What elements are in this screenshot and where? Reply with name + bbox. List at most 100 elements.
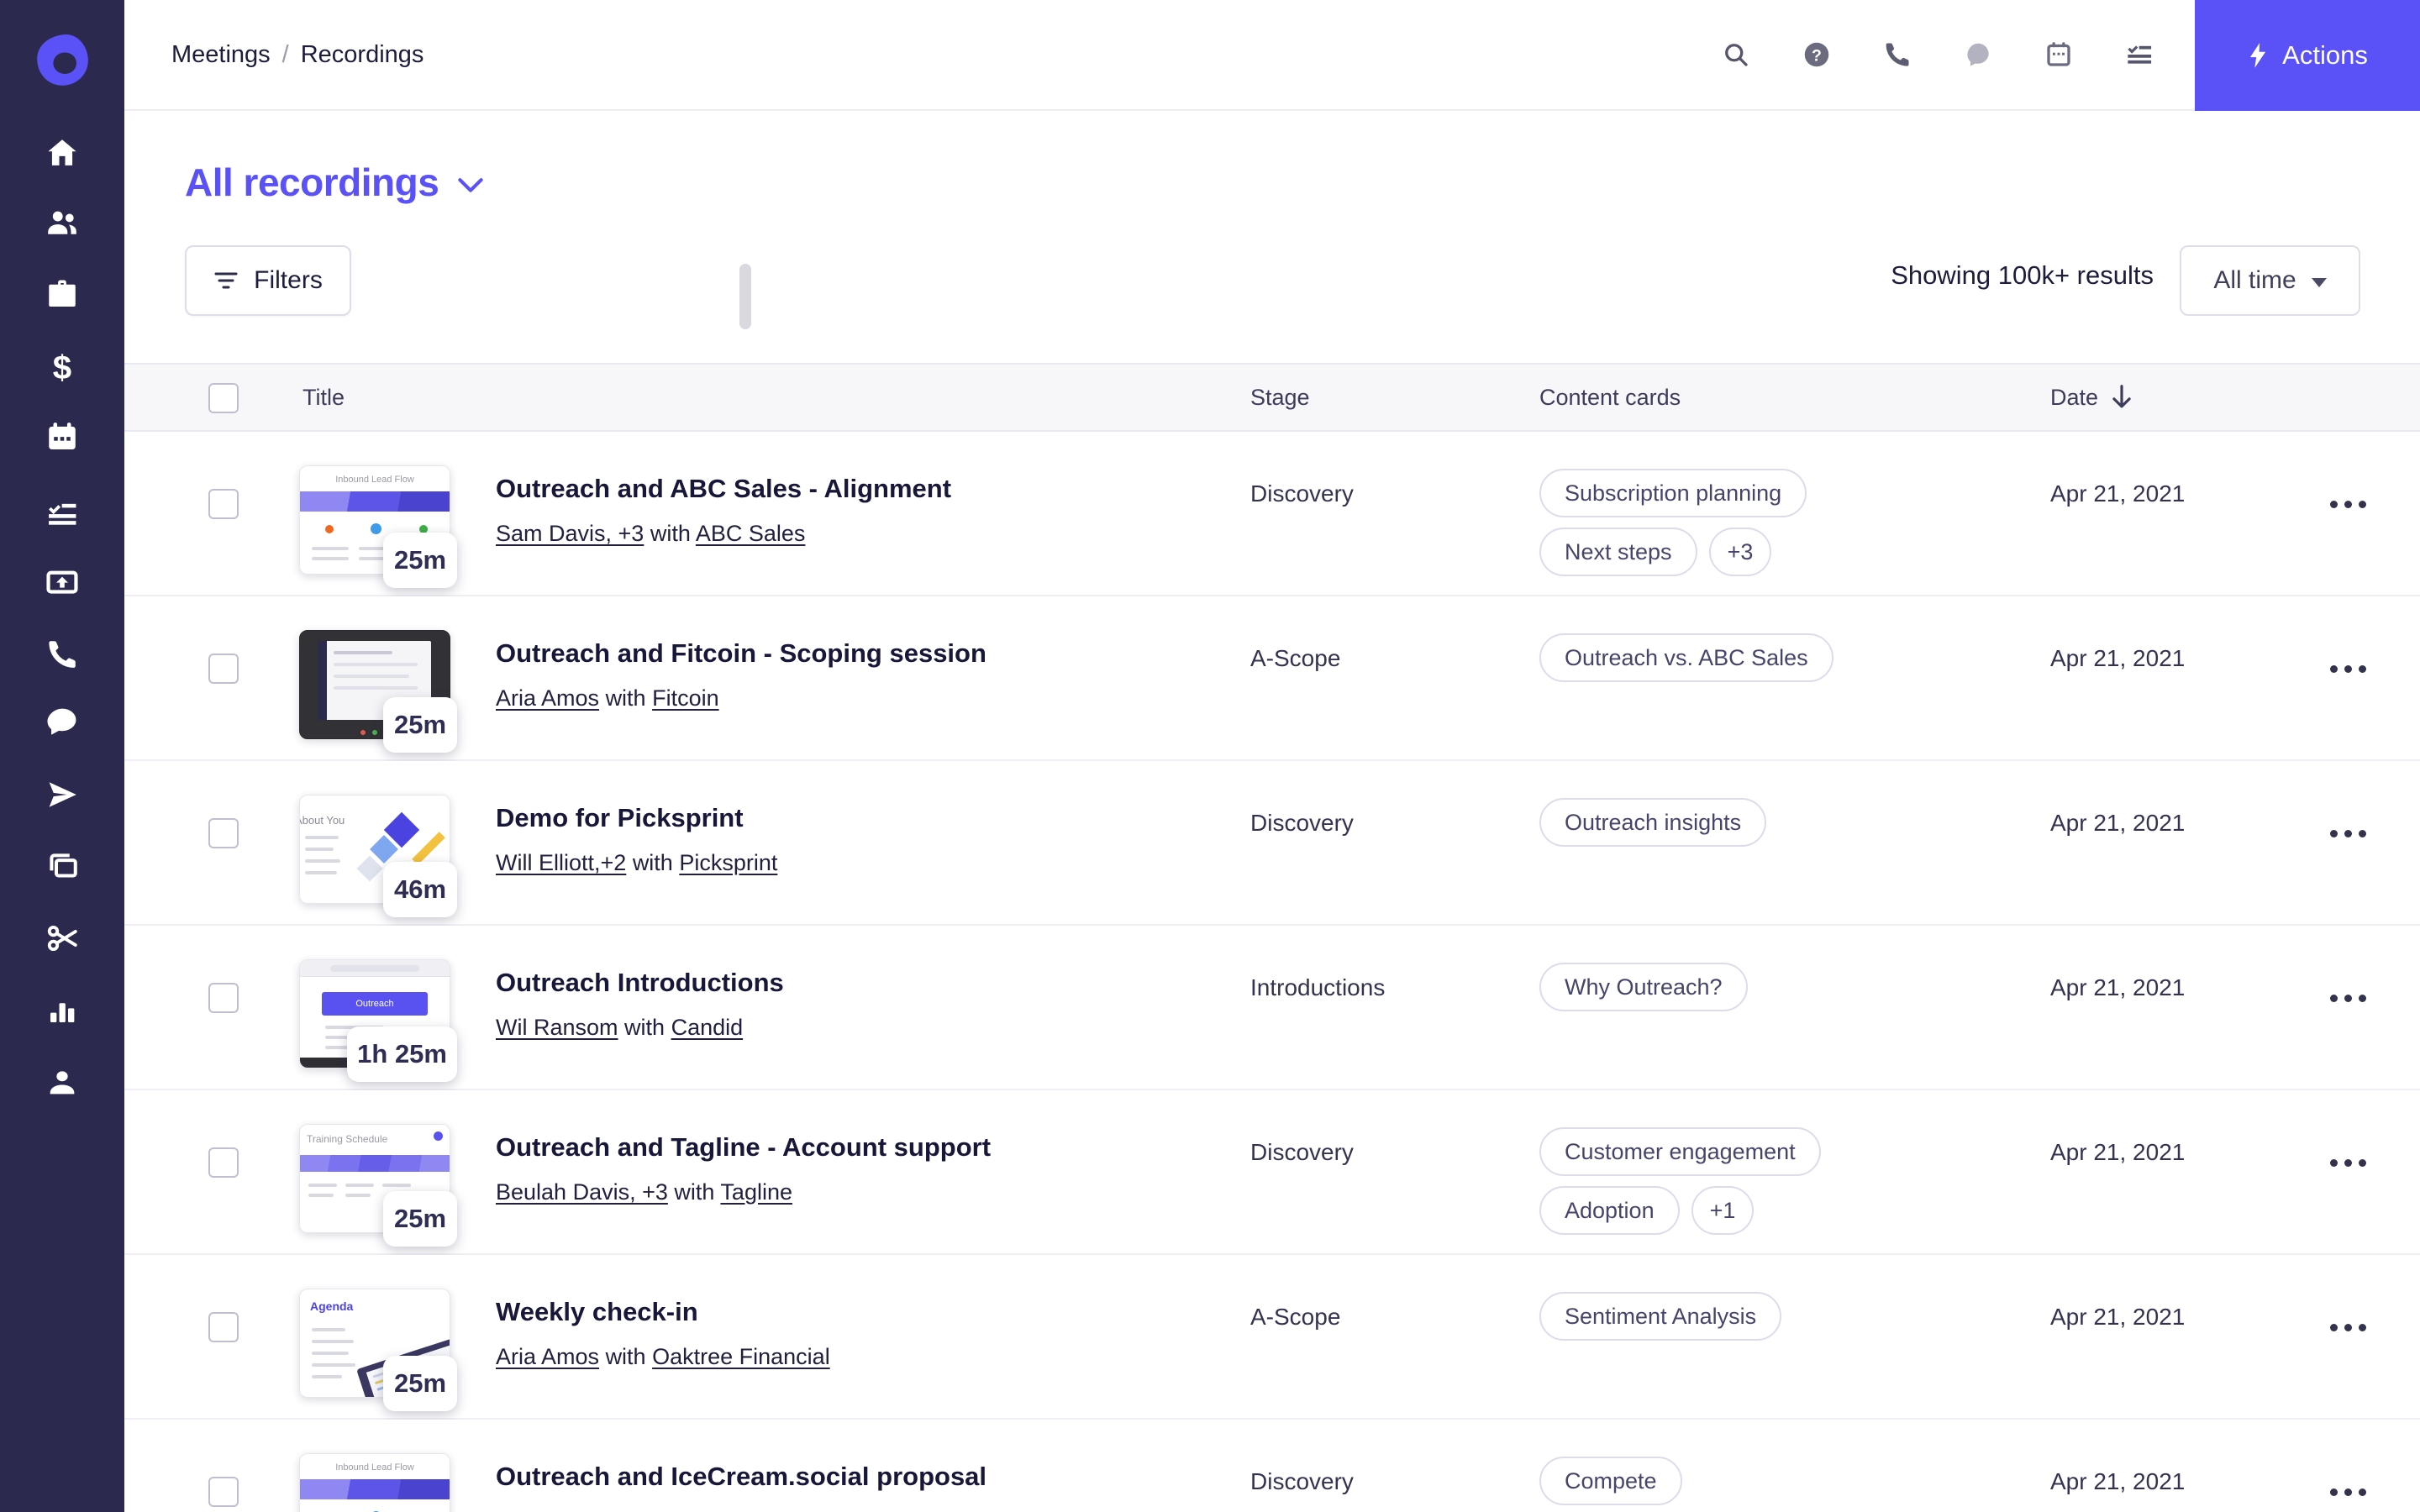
copy-icon: [45, 849, 80, 889]
participants-link[interactable]: Wil Ransom: [496, 1015, 618, 1040]
recording-title[interactable]: Outreach and Tagline - Account support: [496, 1132, 991, 1163]
row-checkbox[interactable]: [208, 983, 239, 1013]
chevron-down-icon: [458, 178, 483, 192]
phone-icon[interactable]: [1881, 39, 1913, 71]
participants-link[interactable]: Aria Amos: [496, 685, 599, 711]
duration-badge: 1h 25m: [347, 1026, 457, 1082]
row-more-button[interactable]: [2309, 487, 2386, 521]
sidebar-item-reports[interactable]: [0, 994, 124, 1031]
company-link[interactable]: Picksprint: [679, 850, 777, 875]
search-icon[interactable]: [1720, 39, 1752, 71]
duration-badge: 25m: [383, 1356, 457, 1411]
task-list-icon: [45, 495, 80, 534]
content-card-pill[interactable]: Subscription planning: [1539, 469, 1807, 517]
company-link[interactable]: Ice Cream Social: [684, 1509, 857, 1512]
row-checkbox[interactable]: [208, 1147, 239, 1178]
outreach-logo-icon[interactable]: [34, 32, 91, 89]
company-link[interactable]: Tagline: [720, 1179, 792, 1205]
app-window: $ Meetings / Recordings ? Actions All re…: [0, 0, 2420, 1512]
chat-icon[interactable]: [1962, 39, 1994, 71]
content-card-pill[interactable]: Outreach insights: [1539, 798, 1767, 847]
row-more-button[interactable]: [2309, 1310, 2386, 1344]
time-range-dropdown[interactable]: All time: [2180, 245, 2360, 316]
recording-thumbnail[interactable]: 25m: [299, 630, 457, 753]
sidebar-item-templates[interactable]: [0, 850, 124, 887]
recording-title[interactable]: Outreach Introductions: [496, 968, 784, 998]
company-link[interactable]: Oaktree Financial: [652, 1344, 830, 1369]
row-checkbox[interactable]: [208, 1477, 239, 1507]
recording-title[interactable]: Weekly check-in: [496, 1297, 830, 1327]
sidebar-item-screen-share[interactable]: [0, 566, 124, 603]
sort-desc-icon[interactable]: [2109, 383, 2134, 412]
row-checkbox[interactable]: [208, 654, 239, 684]
recording-title[interactable]: Outreach and ABC Sales - Alignment: [496, 474, 951, 504]
sidebar-item-sequences[interactable]: [0, 778, 124, 815]
phone-icon: [45, 637, 80, 676]
recording-thumbnail[interactable]: Training Schedule 25m: [299, 1124, 457, 1247]
content-card-pill[interactable]: Sentiment Analysis: [1539, 1292, 1782, 1341]
sidebar-item-calendar[interactable]: [0, 421, 124, 458]
company-link[interactable]: Candid: [671, 1015, 744, 1040]
sidebar-item-opportunities[interactable]: $: [0, 349, 124, 387]
recording-thumbnail[interactable]: About You 46m: [299, 795, 457, 917]
participants-link[interactable]: Beulah Davis, +3: [496, 1179, 668, 1205]
row-checkbox[interactable]: [208, 818, 239, 848]
row-more-button[interactable]: [2309, 652, 2386, 685]
scrollbar-thumb[interactable]: [739, 264, 751, 329]
sidebar-item-home[interactable]: [0, 136, 124, 173]
table-row: Agenda 25m Weekly check-in Aria Amos wit…: [124, 1255, 2420, 1420]
recording-title[interactable]: Outreach and IceCream.social proposal: [496, 1462, 986, 1492]
select-all-checkbox[interactable]: [208, 383, 239, 413]
sidebar-item-prospects[interactable]: [0, 205, 124, 242]
content-card-more-pill[interactable]: +3: [1708, 528, 1772, 576]
recording-participants: Jessica Babb with Ice Cream Social: [496, 1509, 986, 1512]
help-icon[interactable]: ?: [1801, 39, 1833, 71]
sidebar-item-profile[interactable]: [0, 1065, 124, 1102]
column-date[interactable]: Date: [2050, 365, 2098, 430]
participants-link[interactable]: Jessica Babb: [496, 1509, 631, 1512]
content-card-pill[interactable]: Why Outreach?: [1539, 963, 1748, 1011]
content-card-pill[interactable]: Next steps: [1539, 528, 1697, 576]
recording-title[interactable]: Outreach and Fitcoin - Scoping session: [496, 638, 986, 669]
recording-thumbnail[interactable]: Inbound Lead Flow 25m: [299, 465, 457, 588]
sidebar-item-accounts[interactable]: [0, 278, 124, 315]
sidebar-item-snippets[interactable]: [0, 921, 124, 958]
date-value: Apr 21, 2021: [2050, 974, 2186, 1000]
recording-thumbnail[interactable]: Outreach 1h 25m: [299, 959, 457, 1082]
breadcrumb-section[interactable]: Meetings: [171, 41, 271, 69]
recording-title[interactable]: Demo for Picksprint: [496, 803, 777, 833]
row-more-button[interactable]: [2309, 1146, 2386, 1179]
recording-participants: Aria Amos with Fitcoin: [496, 685, 719, 711]
breadcrumb-page: Recordings: [300, 40, 424, 68]
filters-button[interactable]: Filters: [185, 245, 351, 316]
view-selector[interactable]: All recordings: [185, 160, 484, 205]
content-cards: Compete: [1539, 1457, 1909, 1505]
content-card-more-pill[interactable]: +1: [1691, 1186, 1754, 1235]
content-cards: Why Outreach?: [1539, 963, 1909, 1011]
sidebar-item-tasks[interactable]: [0, 496, 124, 533]
stage-value: Discovery: [1250, 1139, 1354, 1165]
company-link[interactable]: Fitcoin: [652, 685, 719, 711]
content-card-pill[interactable]: Adoption: [1539, 1186, 1680, 1235]
row-checkbox[interactable]: [208, 1312, 239, 1342]
company-link[interactable]: ABC Sales: [696, 521, 806, 546]
row-more-button[interactable]: [2309, 1475, 2386, 1509]
recording-thumbnail[interactable]: Inbound Lead Flow 25m: [299, 1453, 450, 1512]
content-card-pill[interactable]: Compete: [1539, 1457, 1682, 1505]
table-row: About You 46m Demo for Picksprint Will E…: [124, 761, 2420, 926]
row-more-button[interactable]: [2309, 981, 2386, 1015]
participants-link[interactable]: Will Elliott,+2: [496, 850, 626, 875]
participants-link[interactable]: Aria Amos: [496, 1344, 599, 1369]
row-checkbox[interactable]: [208, 489, 239, 519]
content-card-pill[interactable]: Customer engagement: [1539, 1127, 1821, 1176]
row-more-button[interactable]: [2309, 816, 2386, 850]
sidebar-item-calls[interactable]: [0, 638, 124, 675]
task-list-icon[interactable]: [2123, 39, 2155, 71]
sidebar-item-messages[interactable]: [0, 705, 124, 742]
content-card-pill[interactable]: Outreach vs. ABC Sales: [1539, 633, 1833, 682]
participants-link[interactable]: Sam Davis, +3: [496, 521, 644, 546]
calendar-icon[interactable]: [2043, 39, 2075, 71]
recording-thumbnail[interactable]: Agenda 25m: [299, 1289, 457, 1411]
actions-button[interactable]: Actions: [2195, 0, 2420, 111]
person-icon: [45, 1064, 80, 1104]
